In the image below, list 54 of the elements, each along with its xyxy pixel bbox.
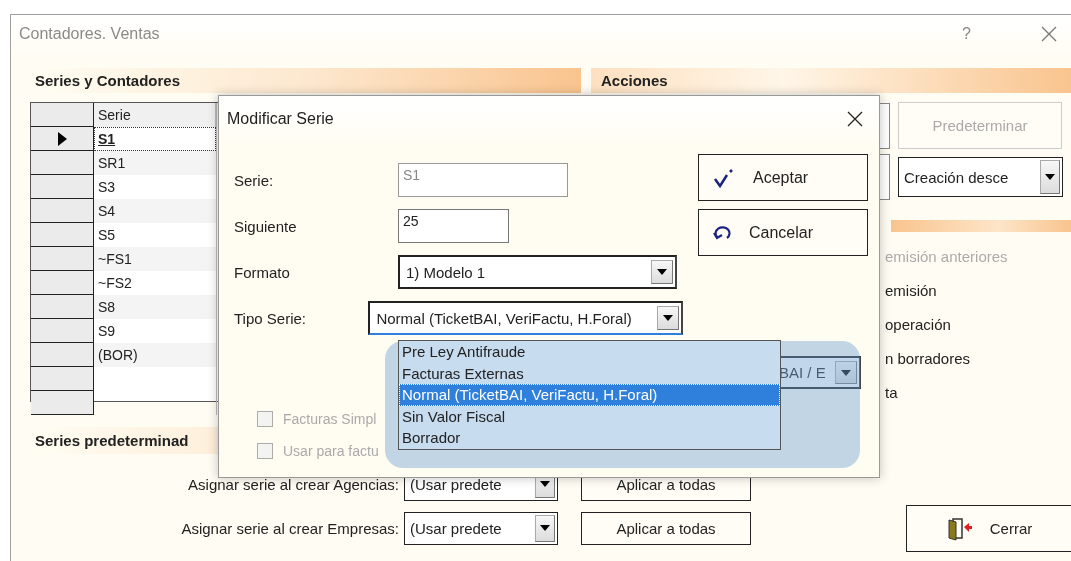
row-header[interactable]	[31, 319, 94, 343]
column-header: Serie	[94, 103, 216, 127]
help-button[interactable]: ?	[962, 25, 971, 43]
accept-button[interactable]: Aceptar	[698, 154, 868, 201]
option-label: emisión anteriores	[885, 248, 1009, 266]
dialog-title: Modificar Serie	[227, 110, 335, 128]
option-label: ta	[885, 384, 899, 402]
row-header[interactable]	[31, 367, 94, 391]
table-cell[interactable]: S5	[94, 223, 216, 247]
field-label: Asignar serie al crear Empresas:	[180, 519, 400, 537]
table-cell[interactable]: S3	[94, 175, 216, 199]
table-cell[interactable]: S1	[94, 127, 216, 151]
exit-door-icon	[945, 516, 972, 541]
close-button[interactable]: Cerrar	[906, 505, 1071, 552]
table-cell[interactable]: ~FS2	[94, 271, 216, 295]
field-label: Serie:	[234, 171, 275, 189]
table-cell[interactable]: ~FS1	[94, 247, 216, 271]
dropdown[interactable]: (Usar predete	[404, 511, 558, 545]
row-header[interactable]	[31, 151, 94, 175]
table-cell[interactable]: S9	[94, 319, 216, 343]
table-cell[interactable]: S4	[94, 199, 216, 223]
cancel-button[interactable]: Cancelar	[698, 209, 868, 256]
dropdown[interactable]: 1) Modelo 1	[398, 255, 677, 289]
field-label: Asignar serie al crear Agencias:	[187, 475, 400, 493]
table-cell[interactable]: S8	[94, 295, 216, 319]
field-label: Siguiente	[234, 217, 298, 235]
row-header[interactable]	[31, 223, 94, 247]
row-header[interactable]	[31, 391, 94, 415]
field-label: Formato	[234, 263, 291, 281]
window-title: Contadores. Ventas	[19, 25, 161, 43]
close-icon[interactable]	[847, 111, 863, 127]
apply-button[interactable]: Aplicar a todas	[581, 511, 751, 545]
table-cell[interactable]: SR1	[94, 151, 216, 175]
row-header[interactable]	[31, 247, 94, 271]
current-row-icon	[57, 131, 67, 146]
row-header[interactable]	[31, 271, 94, 295]
option-label: n borradores	[885, 350, 972, 368]
row-header[interactable]	[31, 343, 94, 367]
section-header: Acciones	[591, 68, 1071, 93]
row-header[interactable]	[31, 199, 94, 223]
field-label: Tipo Serie:	[234, 309, 307, 327]
row-header[interactable]	[31, 127, 94, 151]
row-header[interactable]	[31, 175, 94, 199]
text-field[interactable]: 25	[398, 209, 509, 243]
option-label: emisión	[885, 282, 938, 300]
table-cell[interactable]: (BOR)	[94, 343, 216, 367]
dropdown[interactable]: Normal (TicketBAI, VeriFactu, H.Foral)	[368, 301, 683, 335]
dropdown-option[interactable]: Normal (TicketBAI, VeriFactu, H.Foral)	[399, 384, 780, 406]
row-header[interactable]	[31, 295, 94, 319]
checkbox-label: Facturas Simpl	[283, 411, 377, 427]
table-corner	[31, 103, 94, 127]
option-label: operación	[885, 316, 952, 334]
dropdown[interactable]: Creación desce	[898, 157, 1063, 197]
dropdown-option[interactable]: Sin Valor Fiscal	[399, 405, 780, 427]
